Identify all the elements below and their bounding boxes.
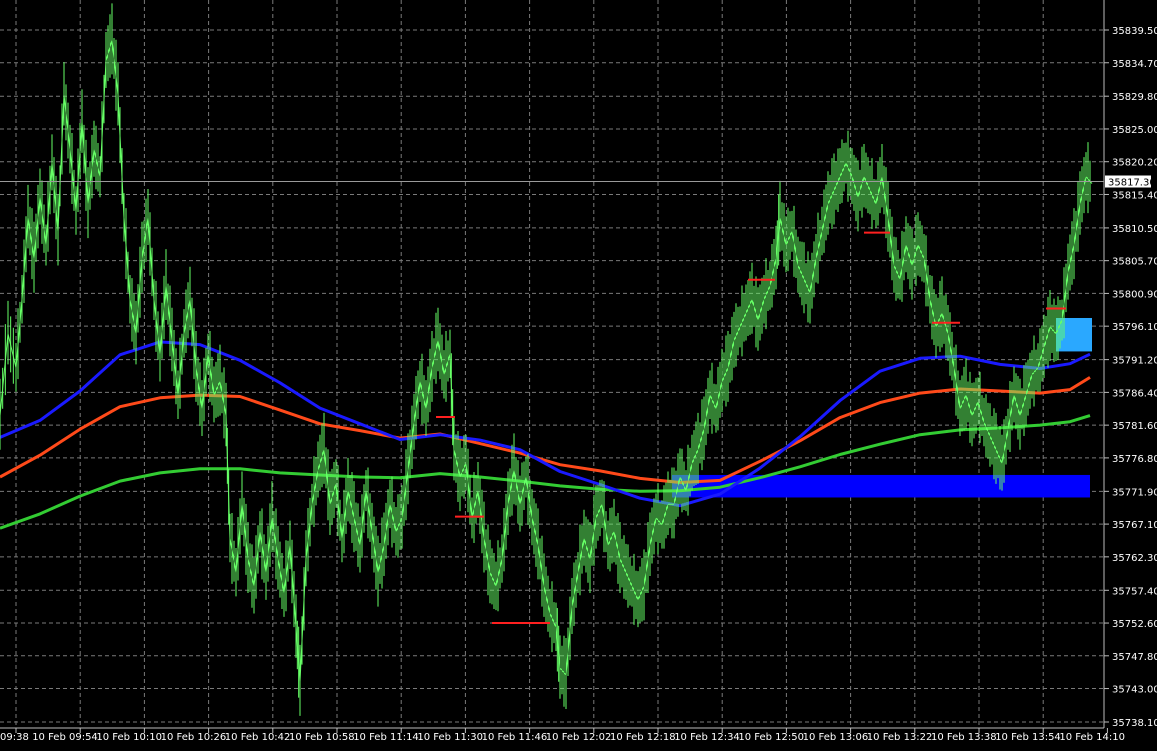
x-tick-label: 10 Feb 13:22: [867, 732, 933, 743]
y-tick-label: 35820.20: [1112, 158, 1157, 169]
y-tick-label: 35752.60: [1112, 619, 1157, 630]
x-tick-label: 10 Feb 11:46: [482, 732, 548, 743]
y-tick-label: 35825.00: [1112, 125, 1157, 136]
x-tick-label: 10 Feb 12:50: [738, 732, 804, 743]
y-tick-label: 35796.10: [1112, 322, 1157, 333]
y-tick-label: 35762.30: [1112, 553, 1157, 564]
y-tick-label: 35839.50: [1112, 26, 1157, 37]
current-price-label: 35817.30: [1108, 178, 1156, 189]
x-tick-label: 10 Feb 10:42: [225, 732, 291, 743]
x-tick-label: 10 Feb 14:10: [1059, 732, 1125, 743]
x-tick-label: 10 Feb 12:02: [546, 732, 612, 743]
y-tick-label: 35805.70: [1112, 257, 1157, 268]
y-tick-label: 35743.00: [1112, 685, 1157, 696]
price-chart[interactable]: 35839.50 35834.70 35829.80 35825.00 35820.20…: [0, 0, 1157, 747]
x-tick-label: 10 Feb 13:38: [931, 732, 997, 743]
x-tick-label: 10 Feb 10:10: [96, 732, 162, 743]
y-tick-label: 35738.10: [1112, 718, 1157, 729]
x-tick-label: 10 Feb 11:14: [353, 732, 419, 743]
x-tick-label: 10 Feb 12:34: [674, 732, 740, 743]
y-tick-label: 35747.80: [1112, 652, 1157, 663]
x-tick-label: 10 Feb 12:18: [610, 732, 676, 743]
y-tick-label: 35771.90: [1112, 487, 1157, 498]
x-tick-label: 10 Feb 10:26: [161, 732, 227, 743]
x-tick-label: 10 Feb 10:58: [289, 732, 355, 743]
x-tick-label: 10 Feb 09:54: [32, 732, 98, 743]
x-tick-label: 10 Feb 13:54: [995, 732, 1061, 743]
zone-light: [1056, 317, 1092, 352]
x-tick-label: 10 Feb 13:06: [803, 732, 869, 743]
y-tick-label: 35810.50: [1112, 224, 1157, 235]
y-tick-label: 35767.10: [1112, 520, 1157, 531]
y-tick-label: 35781.60: [1112, 421, 1157, 432]
y-tick-label: 35776.80: [1112, 454, 1157, 465]
y-tick-label: 35834.70: [1112, 59, 1157, 70]
y-tick-label: 35800.90: [1112, 289, 1157, 300]
x-tick-label: 10 Feb 11:30: [417, 732, 483, 743]
y-tick-label: 35829.80: [1112, 92, 1157, 103]
chart-area[interactable]: 35839.50 35834.70 35829.80 35825.00 35820.20…: [0, 0, 1157, 747]
y-tick-label: 35815.40: [1112, 190, 1157, 201]
y-tick-label: 35786.40: [1112, 388, 1157, 399]
y-tick-label: 35757.40: [1112, 586, 1157, 597]
y-tick-label: 35791.20: [1112, 356, 1157, 367]
x-tick-label: 09:38: [0, 732, 29, 743]
